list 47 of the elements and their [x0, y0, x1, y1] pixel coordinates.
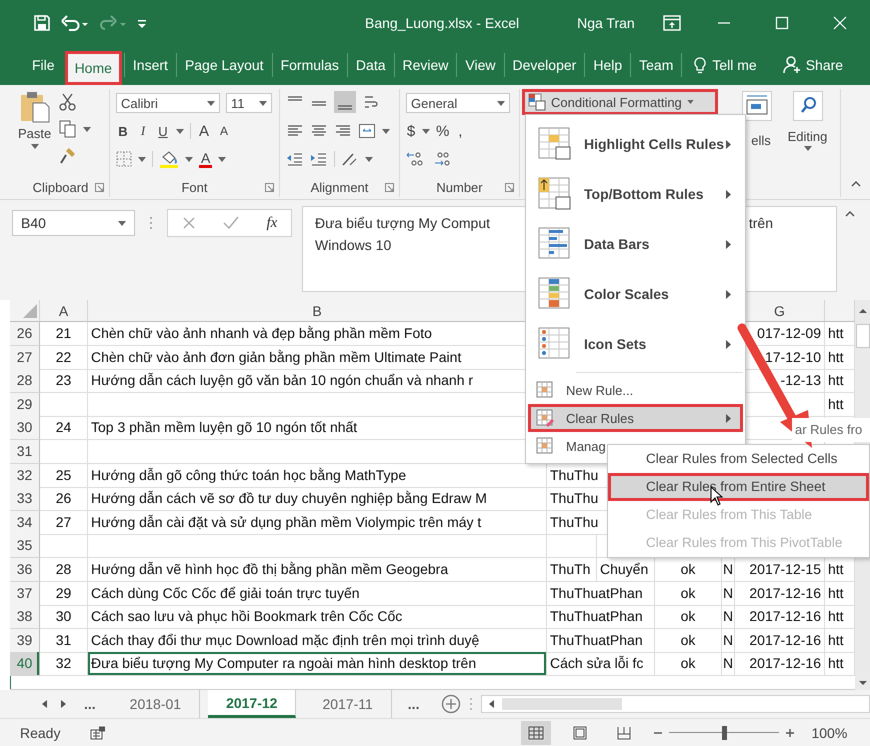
status-text: Ready: [20, 724, 60, 740]
table-cell: Cách sao lưu và phục hồi Bookmark trên Cốc Cốc: [88, 605, 547, 630]
menu-item: Clear Rules from This PivotTable: [645, 534, 844, 552]
table-cell: 2017-12-16: [735, 652, 825, 676]
formula-text: Windows 10: [315, 237, 392, 253]
table-cell: 23: [40, 369, 88, 394]
table-cell: N: [722, 628, 735, 653]
table-cell: 2017-12-16: [735, 582, 825, 606]
table-cell: ok: [655, 628, 722, 653]
table-cell: Cách dùng Cốc Cốc để giải toán trực tuyến: [88, 582, 547, 606]
table-cell: Hướng dẫn cách vẽ sơ đồ tư duy chuyên nghiệp bằng Edraw M: [88, 487, 547, 512]
table-cell: Hướng dẫn cài đặt và sử dụng phần mềm Violympic trên máy t: [88, 510, 547, 535]
table-cell: ThuTh: [547, 558, 597, 582]
table-cell: 29: [40, 582, 88, 606]
formula-text: trên: [748, 215, 773, 231]
table-cell: ThuThuatPhan: [547, 582, 655, 606]
group-label: Font: [181, 180, 208, 194]
group-label: Clipboard: [32, 180, 88, 194]
table-cell: 2017-12-16: [735, 605, 825, 630]
table-cell: 32: [40, 652, 88, 676]
group-label: Alignment: [310, 180, 368, 194]
table-cell: 27: [40, 510, 88, 535]
table-cell: 22: [40, 346, 88, 370]
table-cell: ok: [655, 652, 722, 676]
formula-text: Đưa biểu tượng My Comput: [315, 215, 490, 231]
table-cell: ThuThuatPhan: [547, 605, 655, 630]
table-cell: 24: [40, 416, 88, 440]
table-cell: ok: [655, 582, 722, 606]
table-cell: Hướng dẫn gõ công thức toán học bằng MathType: [88, 464, 547, 488]
table-cell: Đưa biểu tượng My Computer ra ngoài màn hình desktop trên: [88, 652, 547, 676]
table-cell: ok: [655, 605, 722, 630]
table-cell: 28: [40, 558, 88, 582]
table-cell: Hướng dẫn vẽ hình học đồ thị bằng phần mềm Geogebra: [88, 558, 547, 582]
table-cell: 25: [40, 464, 88, 488]
table-cell: 31: [40, 628, 88, 653]
table-cell: 2017-12-16: [735, 628, 825, 653]
table-cell: N: [722, 652, 735, 676]
table-cell: 21: [40, 322, 88, 346]
table-cell: 30: [40, 605, 88, 630]
table-cell: N: [722, 582, 735, 606]
window-title: Bang_Luong.xlsx - Excel: [365, 14, 520, 30]
table-cell: ThuThuatPhan: [547, 628, 655, 653]
group-label: Number: [436, 180, 483, 194]
table-cell: N: [722, 605, 735, 630]
table-cell: 26: [40, 487, 88, 512]
table-cell: Cách sửa lỗi fc: [547, 652, 655, 676]
table-cell: Cách thay đổi thư mục Download mặc định trên mọi trình duyệ: [88, 628, 547, 653]
